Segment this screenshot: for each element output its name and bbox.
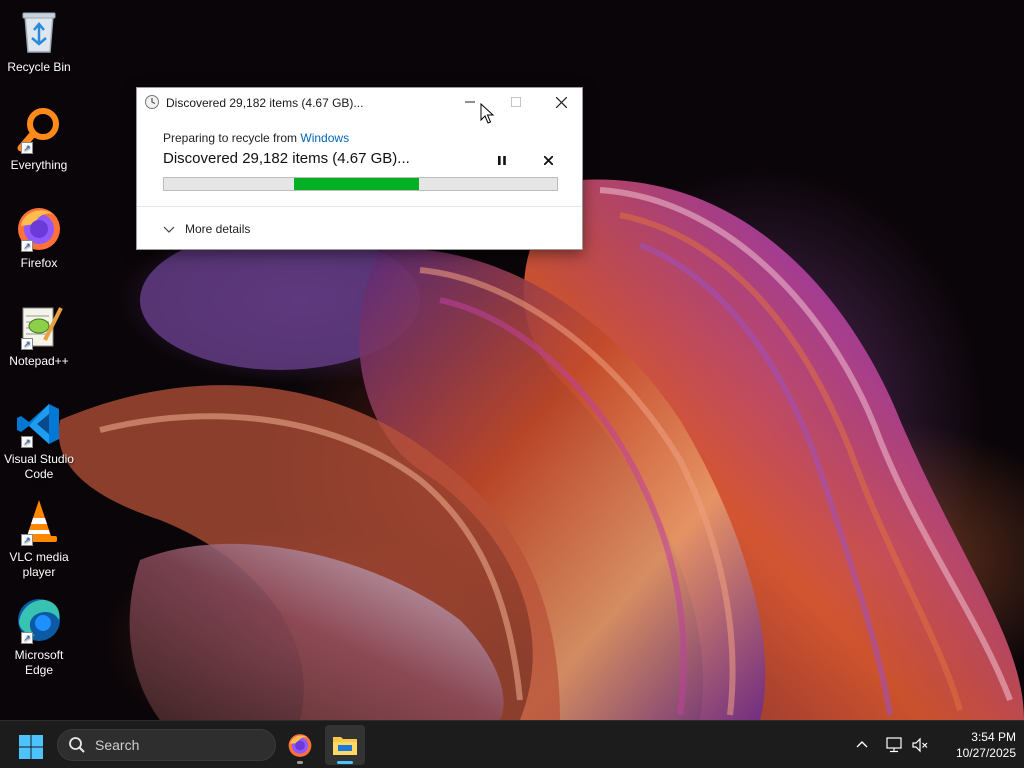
dialog-divider — [137, 206, 582, 207]
close-button[interactable] — [538, 88, 584, 116]
maximize-button — [493, 88, 539, 116]
preparing-text: Preparing to recycle from Windows — [163, 131, 349, 145]
everything-icon: ↗ — [15, 106, 63, 154]
mouse-cursor-icon — [480, 103, 494, 124]
chevron-up-icon — [856, 741, 868, 748]
desktop-icon-firefox[interactable]: ↗ Firefox — [2, 204, 76, 271]
file-explorer-icon — [333, 737, 357, 755]
shortcut-arrow-icon: ↗ — [21, 240, 33, 252]
clock-date: 10/27/2025 — [955, 746, 1016, 760]
progress-fill — [293, 178, 420, 190]
show-hidden-icons-button[interactable] — [852, 735, 872, 755]
taskbar: Search 3:54 PM 10/27/2025 — [0, 720, 1024, 768]
volume-button[interactable] — [910, 735, 930, 755]
desktop-icon-label: Firefox — [20, 256, 58, 270]
start-button[interactable] — [17, 733, 45, 761]
cancel-button[interactable] — [538, 151, 558, 169]
app-active-indicator — [337, 761, 353, 764]
edge-icon: ↗ — [15, 596, 63, 644]
cancel-icon — [543, 155, 553, 165]
pause-icon — [498, 155, 506, 165]
desktop-icon-notepad-plus-plus[interactable]: ↗ Notepad++ — [2, 302, 76, 369]
search-placeholder: Search — [95, 737, 140, 753]
desktop-icon-edge[interactable]: ↗ Microsoft Edge — [2, 596, 76, 678]
dialog-title: Discovered 29,182 items (4.67 GB)... — [166, 96, 364, 110]
vscode-icon: ↗ — [15, 400, 63, 448]
shortcut-arrow-icon: ↗ — [21, 338, 33, 350]
desktop-icon-vlc[interactable]: ↗ VLC media player — [2, 498, 76, 580]
desktop-icon-label: Recycle Bin — [7, 60, 71, 74]
pause-button[interactable] — [492, 151, 512, 169]
search-icon — [69, 737, 85, 753]
more-details-toggle[interactable]: More details — [163, 222, 250, 236]
dialog-titlebar[interactable]: Discovered 29,182 items (4.67 GB)... — [137, 88, 582, 116]
desktop-icon-label: Microsoft Edge — [14, 648, 64, 677]
desktop-icon-label: Everything — [10, 158, 68, 172]
desktop-icon-everything[interactable]: ↗ Everything — [2, 106, 76, 173]
minimize-icon — [465, 101, 475, 103]
chevron-down-icon — [163, 226, 175, 233]
taskbar-app-firefox[interactable] — [280, 725, 320, 765]
volume-muted-icon — [912, 737, 928, 753]
network-icon — [886, 737, 902, 753]
close-icon — [555, 96, 567, 108]
more-details-label: More details — [185, 222, 251, 236]
taskbar-app-file-explorer[interactable] — [325, 725, 365, 765]
status-text: Discovered 29,182 items (4.67 GB)... — [163, 150, 410, 167]
network-status-button[interactable] — [884, 735, 904, 755]
shortcut-arrow-icon: ↗ — [21, 142, 33, 154]
shortcut-arrow-icon: ↗ — [21, 534, 33, 546]
recycle-bin-icon — [15, 8, 63, 56]
firefox-icon — [288, 734, 312, 757]
desktop-icon-label: Visual Studio Code — [4, 452, 74, 481]
clock-icon — [144, 94, 160, 110]
maximize-icon — [511, 97, 521, 107]
vlc-icon: ↗ — [15, 498, 63, 546]
windows-logo-icon — [19, 735, 43, 759]
notepad-plus-plus-icon: ↗ — [15, 302, 63, 350]
desktop-icon-label: Notepad++ — [9, 354, 69, 368]
desktop-icon-recycle-bin[interactable]: Recycle Bin — [2, 8, 76, 75]
desktop-icon-label: VLC media player — [9, 550, 69, 579]
app-running-indicator — [297, 761, 303, 764]
source-folder-link[interactable]: Windows — [300, 131, 349, 145]
shortcut-arrow-icon: ↗ — [21, 436, 33, 448]
clock-time: 3:54 PM — [971, 730, 1016, 744]
progress-bar — [163, 177, 558, 191]
taskbar-search-box[interactable]: Search — [57, 729, 276, 761]
system-clock[interactable]: 3:54 PM 10/27/2025 — [936, 729, 1016, 761]
preparing-prefix: Preparing to recycle from — [163, 131, 301, 145]
shortcut-arrow-icon: ↗ — [21, 632, 33, 644]
recycle-progress-dialog: Discovered 29,182 items (4.67 GB)... Pre… — [136, 87, 583, 250]
firefox-icon: ↗ — [15, 204, 63, 252]
desktop-icon-vscode[interactable]: ↗ Visual Studio Code — [2, 400, 76, 482]
